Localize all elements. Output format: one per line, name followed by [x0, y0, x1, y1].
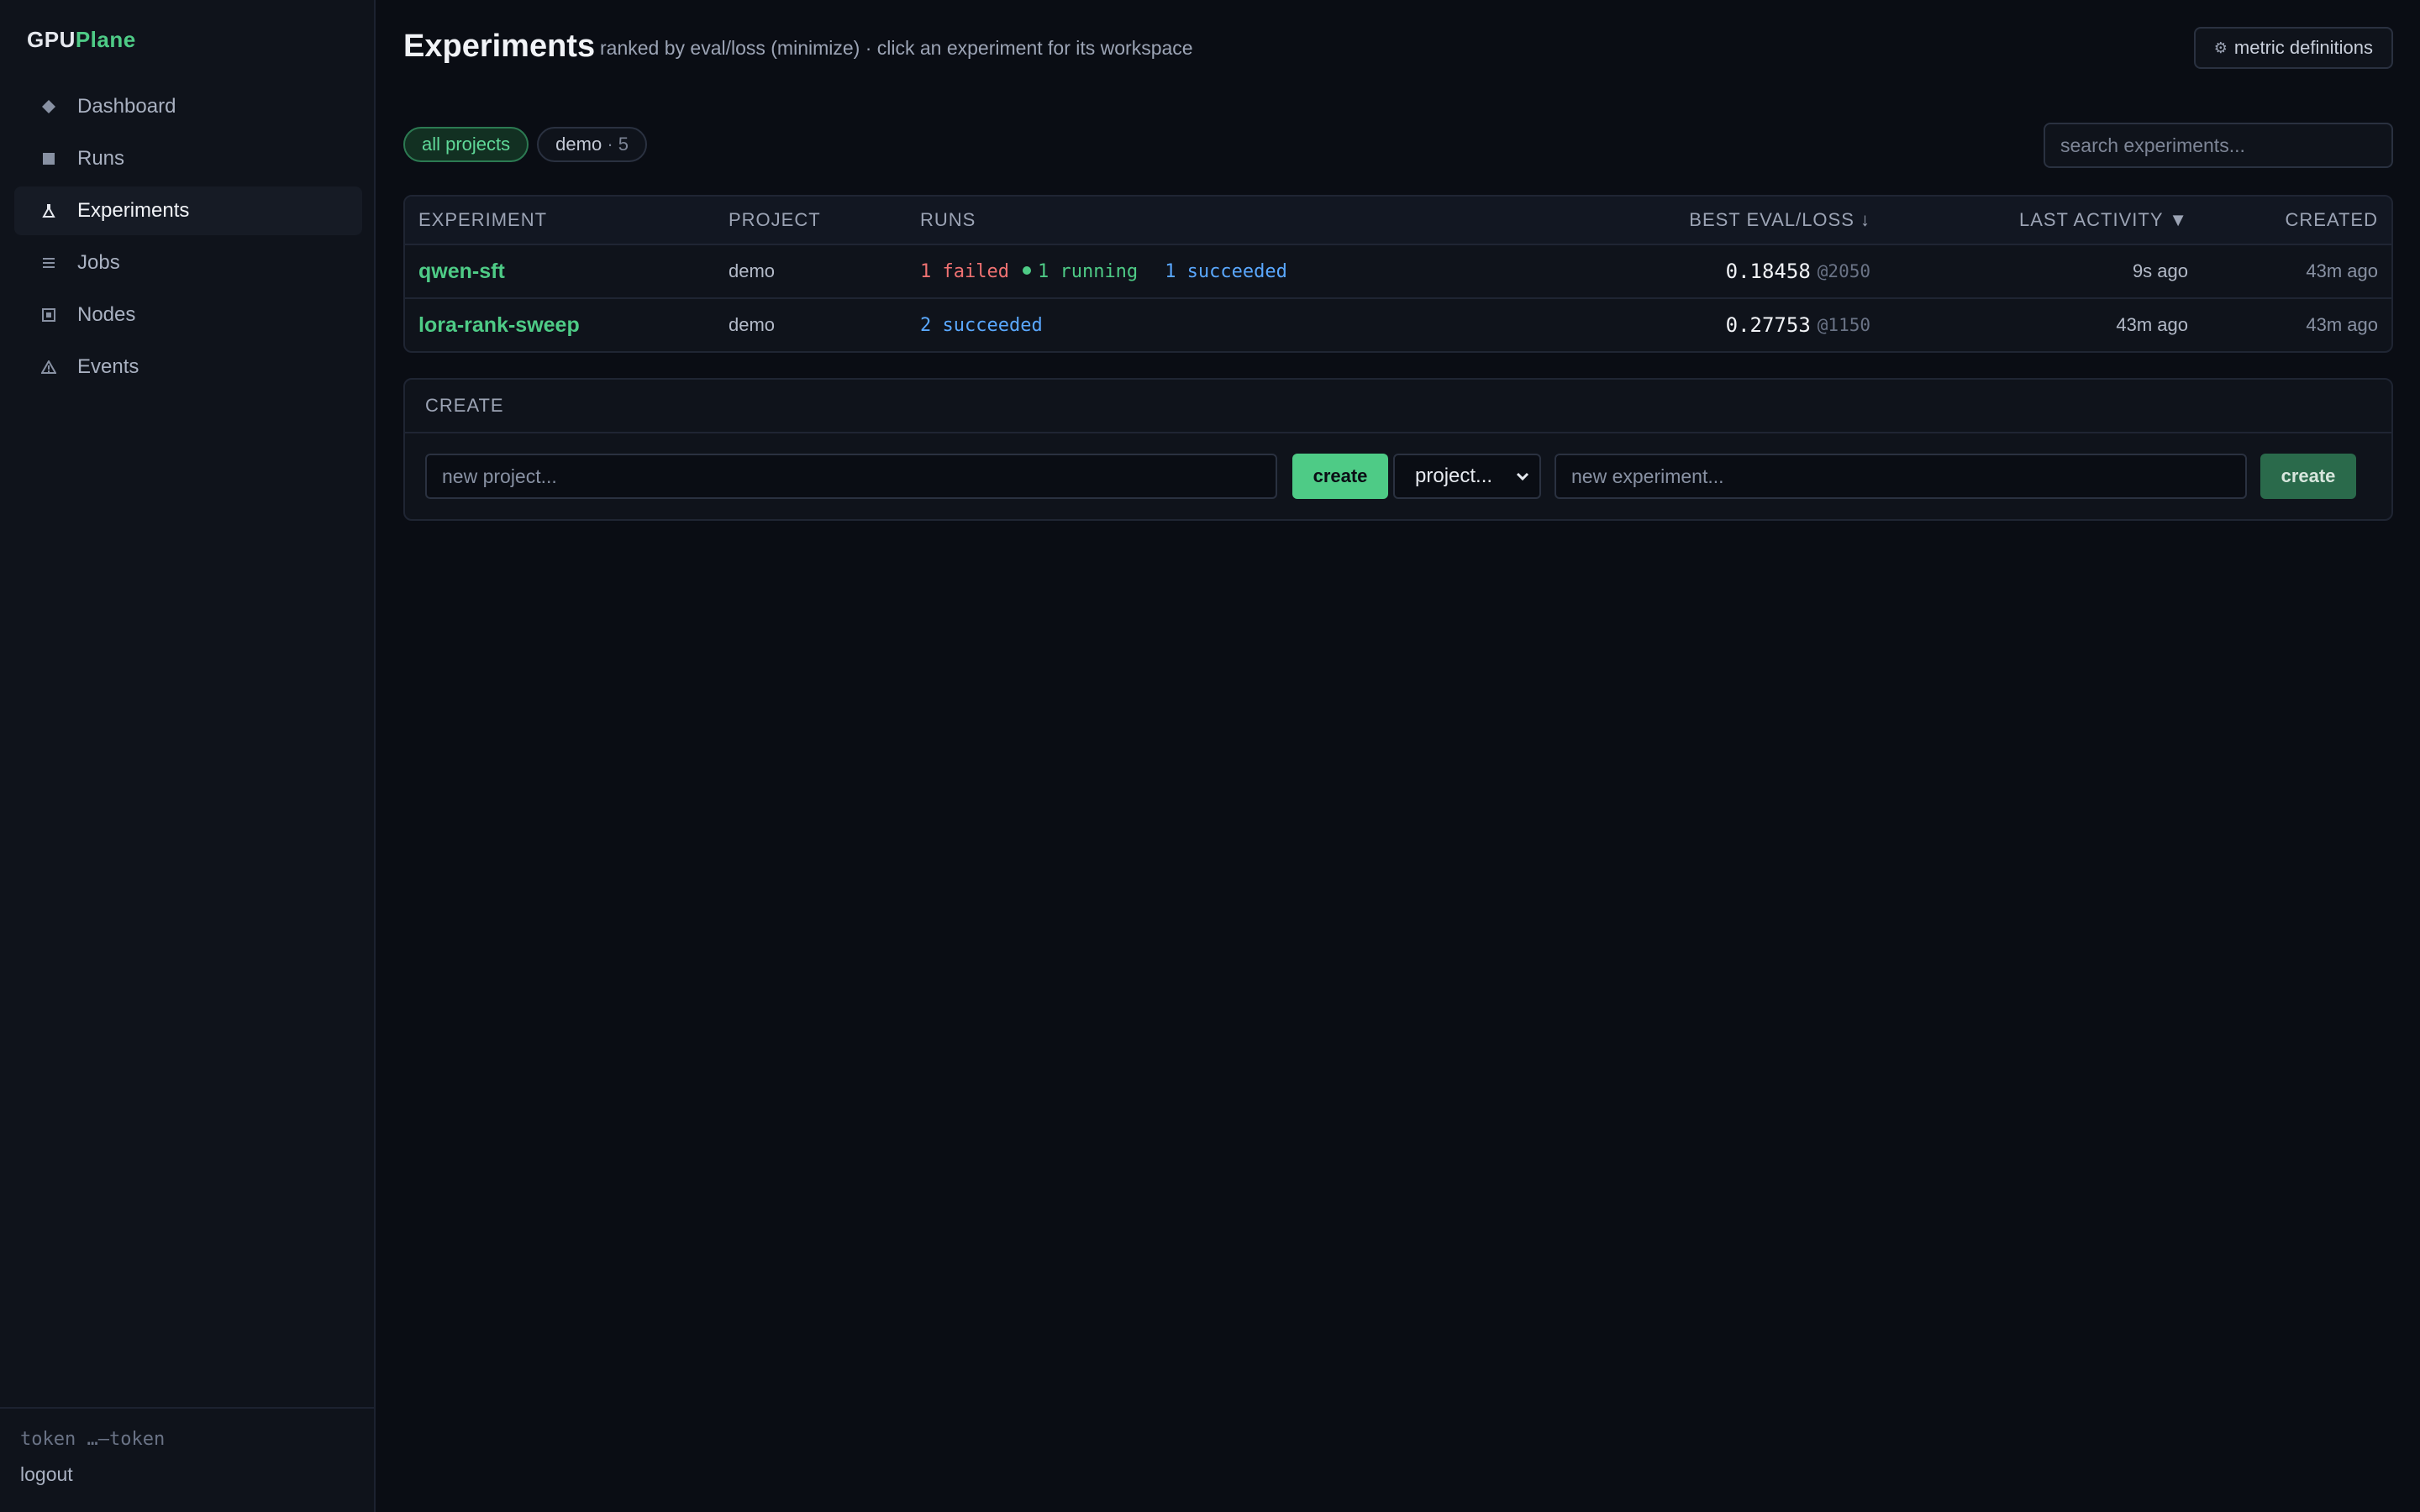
sidebar-item-experiments[interactable]: Experiments: [14, 186, 362, 235]
page-title: Experiments: [403, 29, 596, 64]
filter-demo-count: · 5: [607, 134, 629, 155]
column-header-runs[interactable]: RUNS: [920, 197, 976, 244]
sidebar-nav: Dashboard Runs Experiments Jobs Nodes Ev…: [14, 82, 362, 395]
experiment-name-link[interactable]: qwen-sft: [418, 260, 505, 284]
gear-icon: ⚙: [2213, 39, 2228, 56]
best-eval-loss-step: @1150: [1817, 315, 1870, 335]
table-header: EXPERIMENT PROJECT RUNS BEST EVAL/LOSS ↓…: [405, 197, 2391, 244]
logout-link[interactable]: logout: [20, 1463, 354, 1486]
create-heading: CREATE: [405, 380, 2391, 433]
experiment-name-link[interactable]: lora-rank-sweep: [418, 313, 580, 338]
running-dot-icon: [1022, 265, 1031, 275]
sidebar-item-label: Dashboard: [77, 95, 176, 118]
last-activity: 43m ago: [2116, 314, 2188, 335]
token-display: token …—token: [20, 1429, 166, 1450]
page-header: Experiments ranked by eval/loss (minimiz…: [403, 27, 2393, 69]
last-activity: 9s ago: [2132, 260, 2188, 281]
node-icon: [39, 308, 58, 322]
table-row[interactable]: qwen-sft demo 1 failed 1 running 1 succe…: [405, 244, 2391, 297]
chevron-down-icon: [1514, 467, 1531, 491]
created-time: 43m ago: [2306, 260, 2378, 281]
flask-icon: [39, 204, 58, 218]
new-experiment-input[interactable]: [1555, 454, 2247, 499]
project-select[interactable]: project...: [1393, 454, 1541, 499]
sidebar-item-runs[interactable]: Runs: [14, 134, 362, 183]
runs-succeeded-count: 2 succeeded: [920, 314, 1043, 336]
metric-definitions-label: metric definitions: [2233, 37, 2373, 58]
runs-running-label: 1 running: [1037, 260, 1139, 282]
best-eval-loss: 0.27753 @1150: [1726, 299, 1870, 351]
warning-icon: [39, 360, 58, 374]
metric-definitions-button[interactable]: ⚙ metric definitions: [2193, 27, 2393, 69]
sidebar-item-nodes[interactable]: Nodes: [14, 291, 362, 339]
column-header-project[interactable]: PROJECT: [729, 197, 821, 244]
column-header-created[interactable]: CREATED: [2286, 197, 2379, 244]
project-select-value: project...: [1415, 465, 1493, 487]
diamond-icon: [39, 99, 58, 114]
best-eval-loss-value: 0.27753: [1725, 313, 1811, 337]
sidebar-item-events[interactable]: Events: [14, 343, 362, 391]
brand-part-1: GPU: [27, 27, 76, 52]
create-project-button[interactable]: create: [1292, 454, 1388, 499]
runs-succeeded-count: 1 succeeded: [1165, 260, 1287, 282]
sidebar-item-label: Runs: [77, 147, 125, 170]
search-input[interactable]: [2044, 123, 2393, 168]
best-eval-loss-value: 0.18458: [1725, 260, 1811, 283]
best-eval-loss: 0.18458 @2050: [1726, 245, 1870, 297]
page-subtitle: ranked by eval/loss (minimize) · click a…: [600, 37, 1193, 59]
filter-demo[interactable]: demo · 5: [537, 127, 648, 162]
create-panel: CREATE create project... create: [403, 378, 2393, 521]
sidebar-item-label: Experiments: [77, 199, 190, 222]
filter-demo-label: demo: [555, 134, 602, 155]
best-eval-loss-step: @2050: [1817, 261, 1870, 281]
sidebar-item-label: Events: [77, 355, 139, 378]
runs-summary: 1 failed 1 running 1 succeeded: [920, 245, 1301, 297]
column-header-last-activity[interactable]: LAST ACTIVITY ▼: [2019, 197, 2188, 244]
brand-logo[interactable]: GPUPlane: [27, 27, 136, 53]
create-form: create project... create: [425, 454, 2371, 499]
runs-running-count: 1 running: [1022, 260, 1151, 282]
brand-part-2: Plane: [75, 27, 136, 52]
project-name: demo: [729, 314, 776, 335]
experiments-table: EXPERIMENT PROJECT RUNS BEST EVAL/LOSS ↓…: [403, 195, 2393, 353]
project-name: demo: [729, 260, 776, 281]
table-row[interactable]: lora-rank-sweep demo 2 succeeded 0.27753…: [405, 297, 2391, 351]
runs-summary: 2 succeeded: [920, 299, 1056, 351]
list-icon: [39, 257, 58, 269]
created-time: 43m ago: [2306, 314, 2378, 335]
sidebar-item-jobs[interactable]: Jobs: [14, 239, 362, 287]
new-project-input[interactable]: [425, 454, 1277, 499]
sidebar-item-label: Nodes: [77, 303, 136, 326]
project-filters: all projects demo · 5: [403, 127, 655, 162]
sidebar-item-label: Jobs: [77, 251, 120, 274]
runs-failed-count: 1 failed: [920, 260, 1009, 282]
column-header-experiment[interactable]: EXPERIMENT: [418, 197, 547, 244]
column-header-best-eval-loss[interactable]: BEST EVAL/LOSS ↓: [1689, 197, 1870, 244]
sidebar-footer: token …—token logout: [0, 1407, 374, 1486]
filter-all-projects[interactable]: all projects: [403, 127, 529, 162]
sidebar: GPUPlane Dashboard Runs Experiments Jobs: [0, 0, 376, 1512]
sidebar-item-dashboard[interactable]: Dashboard: [14, 82, 362, 131]
square-icon: [39, 152, 58, 165]
create-experiment-button[interactable]: create: [2260, 454, 2356, 499]
